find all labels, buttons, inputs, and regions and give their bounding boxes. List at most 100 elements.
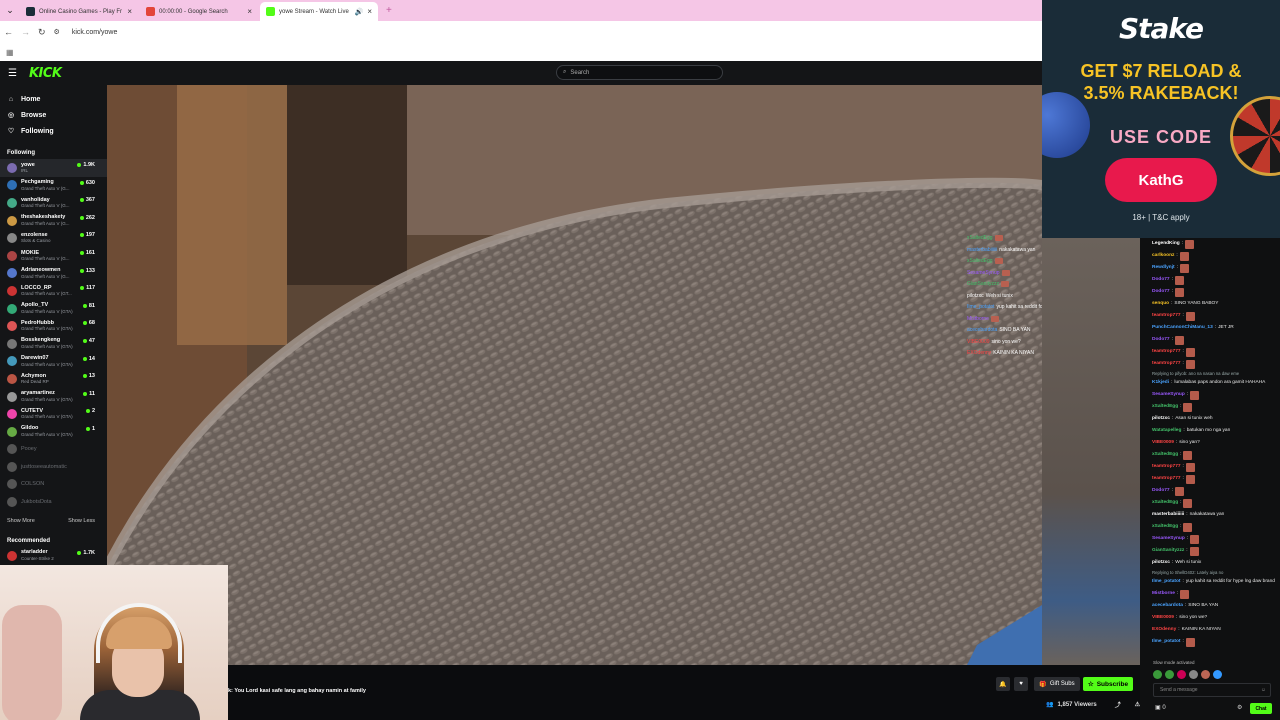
chat-username[interactable]: SesameSynup: [1152, 389, 1185, 401]
chat-username[interactable]: Dodo77: [1152, 485, 1170, 497]
stake-ad-banner[interactable]: Stake GET $7 RELOAD & 3.5% RAKEBACK! USE…: [1042, 0, 1280, 238]
back-arrow-icon[interactable]: ←: [4, 27, 13, 37]
site-info-icon[interactable]: ⚙: [54, 28, 60, 36]
sidebar-channel[interactable]: MOKIE Grand Theft Auto V (G... 161: [0, 247, 107, 265]
chat-username[interactable]: GianSanityzzz: [1152, 545, 1184, 557]
nav-home[interactable]: ⌂ Home: [0, 91, 107, 107]
sidebar-channel[interactable]: aryamartinez Grand Theft Auto V (GTA) 11: [0, 388, 107, 406]
chat-username[interactable]: pilotzxc: [1152, 413, 1170, 425]
chat-username[interactable]: Dodo77: [1152, 274, 1170, 286]
nav-browse[interactable]: ◎ Browse: [0, 107, 107, 123]
apps-grid-icon[interactable]: ▦: [6, 48, 14, 57]
chat-username[interactable]: teamtrop777: [1152, 461, 1181, 473]
chat-username[interactable]: teamtrop777: [1152, 473, 1181, 485]
sidebar-channel[interactable]: theshakeshakety Grand Theft Auto V (G... 2…: [0, 212, 107, 230]
chat-username[interactable]: Ilme_potatot: [1152, 576, 1181, 588]
gift-subs-button[interactable]: 🎁 Gift Subs: [1034, 677, 1080, 691]
ad-code-button[interactable]: KathG: [1105, 158, 1217, 202]
sidebar-channel[interactable]: JukbotsDota: [0, 493, 107, 511]
sidebar-channel[interactable]: PedroHubbb Grand Theft Auto V (GTA) 68: [0, 317, 107, 335]
kick-logo[interactable]: KICK: [29, 66, 62, 81]
close-tab-icon[interactable]: ×: [247, 7, 252, 16]
close-tab-icon[interactable]: ×: [127, 7, 132, 16]
follow-heart-icon[interactable]: ♥: [1014, 677, 1028, 691]
following-section-title: Following: [7, 150, 35, 156]
browser-tab-google[interactable]: 00:00:00 - Google Search ×: [140, 2, 258, 21]
sidebar-channel[interactable]: Adrianeowmen Grand Theft Auto V (G... 133: [0, 265, 107, 283]
emote-icon[interactable]: [1165, 670, 1174, 679]
sidebar-channel[interactable]: Gildoo Grand Theft Auto V (GTA) 1: [0, 423, 107, 441]
chat-username[interactable]: pilotzxc: [1152, 557, 1170, 569]
url-field[interactable]: kick.com/yowe: [72, 29, 118, 36]
chat-username[interactable]: PunchCannonChiManu_13: [1152, 322, 1213, 334]
tab-list-chevron-icon[interactable]: ⌄: [0, 0, 20, 21]
sidebar-channel[interactable]: CUTETV Grand Theft Auto V (GTA) 2: [0, 405, 107, 423]
sidebar-recommended-channel[interactable]: starladder Counter-Strike 2 1.7K: [0, 547, 107, 565]
browser-tab-kick[interactable]: yowe Stream - Watch Live 🔊 ×: [260, 2, 378, 21]
ad-headline-line-1: GET $7 RELOAD &: [1080, 61, 1242, 81]
chat-username[interactable]: EXOdenny: [1152, 624, 1176, 636]
sidebar-channel[interactable]: enzolense Slots & Casino 197: [0, 229, 107, 247]
chat-username[interactable]: Mistborne: [1152, 588, 1175, 600]
chat-message-input[interactable]: Send a message ☺: [1153, 683, 1271, 697]
chat-username[interactable]: masterbabiiiiii: [1152, 509, 1184, 521]
chat-username[interactable]: xSaltedEgg: [1152, 521, 1178, 533]
chat-send-button[interactable]: Chat: [1250, 703, 1272, 714]
chat-username[interactable]: Rewdlynjt: [1152, 262, 1175, 274]
chat-username[interactable]: carlkoonz: [1152, 250, 1174, 262]
new-tab-button[interactable]: +: [386, 5, 392, 16]
sidebar-channel[interactable]: Pooey: [0, 441, 107, 459]
emoji-picker-icon[interactable]: ☺: [1261, 687, 1266, 693]
chat-username[interactable]: VIBE0009: [1152, 612, 1174, 624]
subscribe-button[interactable]: ☆ Subscribe: [1083, 677, 1133, 691]
sidebar-channel[interactable]: vanholiday Grand Theft Auto V (G... 367: [0, 194, 107, 212]
chat-username[interactable]: Watatapelleg: [1152, 425, 1181, 437]
chat-username[interactable]: Ilme_potatot: [1152, 636, 1181, 648]
chat-settings-gear-icon[interactable]: ⚙: [1237, 704, 1242, 711]
chat-username[interactable]: teamtrop777: [1152, 310, 1181, 322]
share-icon[interactable]: ⤴: [1115, 700, 1121, 709]
reload-icon[interactable]: ↻: [38, 27, 46, 38]
show-more-button[interactable]: Show More: [7, 518, 35, 524]
video-player[interactable]: xSaltedEgg masterbabiiiiii nakakatawa yan x…: [107, 85, 1042, 665]
emote-icon[interactable]: [1177, 670, 1186, 679]
chat-username[interactable]: teamtrop777: [1152, 358, 1181, 370]
sidebar-channel[interactable]: COLSON: [0, 476, 107, 494]
sidebar-channel[interactable]: Pechgaming Grand Theft Auto V (G... 630: [0, 177, 107, 195]
chat-username[interactable]: K1kjedi: [1152, 377, 1169, 389]
channel-points[interactable]: ▣ 0: [1155, 704, 1166, 711]
sidebar-channel[interactable]: Apollo_TV Grand Theft Auto V (GTA) 81: [0, 300, 107, 318]
emote-icon[interactable]: [1189, 670, 1198, 679]
emote-icon[interactable]: [1201, 670, 1210, 679]
chat-username[interactable]: Dodo77: [1152, 334, 1170, 346]
chat-username[interactable]: SesameSynup: [1152, 533, 1185, 545]
browser-tab-casino[interactable]: Online Casino Games - Play Fr ×: [20, 2, 138, 21]
chat-username[interactable]: acecebardota: [1152, 600, 1183, 612]
chat-username[interactable]: LegendKing: [1152, 238, 1180, 250]
chat-username[interactable]: Dodo77: [1152, 286, 1170, 298]
chat-username[interactable]: senquo: [1152, 298, 1169, 310]
hamburger-menu-icon[interactable]: ☰: [8, 68, 17, 79]
video-player-extension[interactable]: [1042, 238, 1140, 665]
chat-message: Dodo77:: [1152, 334, 1276, 346]
sidebar-channel[interactable]: Bosskengkeng Grand Theft Auto V (GTA) 47: [0, 335, 107, 353]
forward-arrow-icon[interactable]: →: [21, 27, 30, 37]
chat-username[interactable]: xSaltedEgg: [1152, 401, 1178, 413]
sidebar-channel[interactable]: Achymon Red Dead RP 13: [0, 370, 107, 388]
search-input[interactable]: ⌕ Search: [556, 65, 723, 80]
chat-username[interactable]: VIBE0009: [1152, 437, 1174, 449]
chat-username[interactable]: xSaltedEgg: [1152, 449, 1178, 461]
sidebar-channel[interactable]: LOCCO_RP Grand Theft Auto V (GT... 117: [0, 282, 107, 300]
emote-icon[interactable]: [1153, 670, 1162, 679]
emote-icon[interactable]: [1213, 670, 1222, 679]
close-tab-icon[interactable]: ×: [367, 7, 372, 16]
notification-bell-icon[interactable]: 🔔: [996, 677, 1010, 691]
sidebar-channel[interactable]: yowe IRL 1.9K: [0, 159, 107, 177]
chat-username[interactable]: teamtrop777: [1152, 346, 1181, 358]
speaker-icon[interactable]: 🔊: [355, 8, 364, 16]
sidebar-channel[interactable]: Darewin07 Grand Theft Auto V (GTA) 14: [0, 353, 107, 371]
nav-following[interactable]: ♡ Following: [0, 123, 107, 139]
chat-username[interactable]: xSaltedEgg: [1152, 497, 1178, 509]
sidebar-channel[interactable]: justtoseeautomatic: [0, 458, 107, 476]
show-less-button[interactable]: Show Less: [68, 518, 95, 524]
